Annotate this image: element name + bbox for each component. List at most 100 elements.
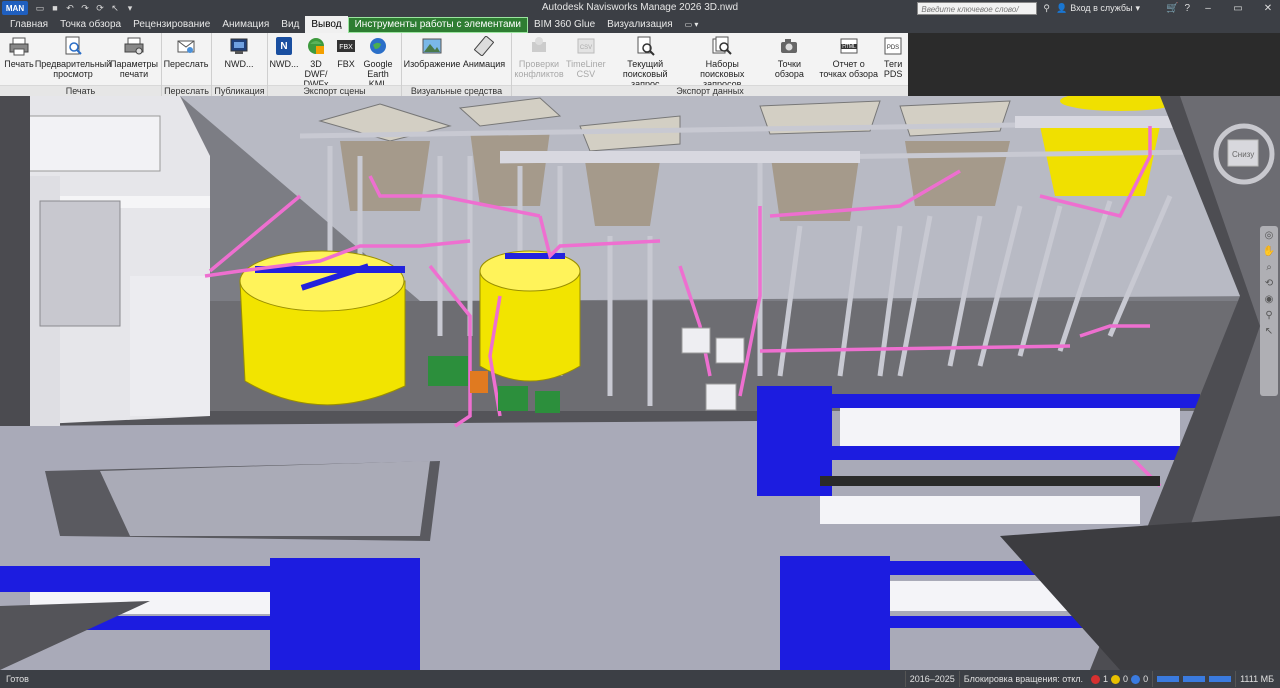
open-icon[interactable]: ▭ xyxy=(34,2,46,14)
image-icon xyxy=(422,36,442,56)
image-export-label: Изображение xyxy=(403,59,461,69)
export-nwd-label: NWD... xyxy=(269,59,299,69)
page-indicator: 2016–2025 xyxy=(904,671,959,687)
tab-rendering[interactable]: Визуализация xyxy=(601,16,678,33)
printer-icon xyxy=(9,36,29,56)
tab-output[interactable]: Вывод xyxy=(305,16,348,33)
tab-animation[interactable]: Анимация xyxy=(216,16,275,33)
performance-indicators xyxy=(1152,671,1235,687)
svg-text:PDS: PDS xyxy=(887,45,899,51)
maximize-button[interactable]: ▭ xyxy=(1226,3,1250,14)
publish-nwd-label: NWD... xyxy=(224,59,254,69)
redo-icon[interactable]: ↷ xyxy=(79,2,91,14)
cart-icon[interactable]: 🛒 xyxy=(1166,3,1178,14)
help-icon[interactable]: ? xyxy=(1184,3,1190,14)
camera-icon xyxy=(779,36,799,56)
tab-bim360-glue[interactable]: BIM 360 Glue xyxy=(528,16,601,33)
warning-count: 0 xyxy=(1123,674,1129,684)
filter-press-right xyxy=(757,386,1200,524)
publish-icon xyxy=(229,36,249,56)
animation-export-label: Анимация xyxy=(462,59,506,69)
look-icon[interactable]: ◉ xyxy=(1265,294,1274,305)
print-preview-icon xyxy=(63,36,83,56)
undo-icon[interactable]: ↶ xyxy=(64,2,76,14)
application-menu-button[interactable]: MAN xyxy=(2,1,28,15)
zoom-icon[interactable]: ⌕ xyxy=(1266,262,1272,273)
info-count: 0 xyxy=(1143,674,1149,684)
save-icon[interactable]: ■ xyxy=(49,2,61,14)
binoculars-icon[interactable]: ⚲ xyxy=(1043,3,1050,14)
svg-text:N: N xyxy=(280,41,287,52)
status-text: Готов xyxy=(6,674,29,684)
viewpoints-report-label: Отчет о точках обзора xyxy=(819,59,878,79)
memory-usage: 1111 МБ xyxy=(1235,671,1280,687)
nwd-file-icon: N xyxy=(274,36,294,56)
svg-text:FBX: FBX xyxy=(339,44,353,51)
qat-dropdown-icon[interactable]: ▾ xyxy=(124,2,136,14)
clash-tests-label: Проверки конфликтов xyxy=(514,59,564,79)
group-publish: NWD... Публикация xyxy=(212,33,268,96)
timeliner-icon: CSV xyxy=(576,36,596,56)
viewcube[interactable]: Снизу xyxy=(1212,122,1276,186)
web-progress-bar xyxy=(1209,676,1232,682)
orbit-icon[interactable]: ⟲ xyxy=(1265,278,1273,289)
viewcube-face-label: Снизу xyxy=(1232,150,1255,159)
search-sets-icon xyxy=(712,36,732,56)
walk-icon[interactable]: ⚲ xyxy=(1265,310,1272,321)
viewpoints-export-label: Точки обзора xyxy=(774,59,804,79)
info-icon[interactable] xyxy=(1131,674,1141,684)
ribbon-options-button[interactable]: ▭ ▾ xyxy=(679,16,705,33)
svg-text:HTML: HTML xyxy=(842,44,856,50)
print-settings-label: Параметры печати xyxy=(110,59,158,79)
tab-viewpoint[interactable]: Точка обзора xyxy=(54,16,127,33)
select-tool-icon[interactable]: ↖ xyxy=(1265,326,1273,337)
user-icon: 👤 xyxy=(1055,2,1068,13)
pencil-progress-bar xyxy=(1157,676,1180,682)
minimize-button[interactable]: – xyxy=(1196,3,1220,14)
model-scene xyxy=(0,96,1280,670)
search-doc-icon xyxy=(635,36,655,56)
refresh-icon[interactable]: ⟳ xyxy=(94,2,106,14)
group-export-data: Проверки конфликтов CSV TimeLiner CSV Те… xyxy=(512,33,908,96)
pan-icon[interactable]: ✋ xyxy=(1263,246,1275,257)
group-visuals: Изображение Анимация Визуальные средства xyxy=(402,33,512,96)
pds-tags-icon: PDS xyxy=(883,36,903,56)
select-icon[interactable]: ↖ xyxy=(109,2,121,14)
tab-review[interactable]: Рецензирование xyxy=(127,16,216,33)
fbx-file-icon: FBX xyxy=(336,36,356,56)
group-label-export-scene: Экспорт сцены xyxy=(268,85,401,96)
group-send: Переслать Переслать xyxy=(162,33,212,96)
group-print: Печать Предварительный просмотр Параметр… xyxy=(0,33,162,96)
group-label-visuals: Визуальные средства xyxy=(402,85,511,96)
tab-view[interactable]: Вид xyxy=(275,16,305,33)
export-fbx-label: FBX xyxy=(337,59,355,69)
print-label: Печать xyxy=(4,59,34,69)
help-search-input[interactable]: Введите ключевое слово/фразу xyxy=(917,1,1038,27)
svg-text:CSV: CSV xyxy=(580,45,592,51)
quick-access-toolbar: ▭ ■ ↶ ↷ ⟳ ↖ ▾ xyxy=(34,2,136,14)
chevron-down-icon: ▾ xyxy=(1135,2,1140,13)
ribbon-tabs: Главная Точка обзора Рецензирование Аним… xyxy=(0,16,1280,33)
group-export-scene: N NWD... 3D DWF/ DWFx FBX FBX Google Ear… xyxy=(268,33,402,96)
film-icon xyxy=(474,36,494,56)
html-report-icon: HTML xyxy=(839,36,859,56)
disk-progress-bar xyxy=(1183,676,1206,682)
warning-icon[interactable] xyxy=(1111,674,1121,684)
close-button[interactable]: ✕ xyxy=(1256,3,1280,14)
group-label-publish: Публикация xyxy=(212,85,267,96)
google-earth-icon xyxy=(368,36,388,56)
print-settings-icon xyxy=(124,36,144,56)
navigation-bar: ◎ ✋ ⌕ ⟲ ◉ ⚲ ↖ xyxy=(1260,226,1278,396)
pds-tags-label: Теги PDS xyxy=(883,59,903,79)
tab-item-tools[interactable]: Инструменты работы с элементами xyxy=(347,17,528,33)
timeliner-csv-label: TimeLiner CSV xyxy=(566,59,606,79)
scene-view-3d[interactable]: Снизу ◎ ✋ ⌕ ⟲ ◉ ⚲ ↖ xyxy=(0,96,1280,670)
dwf-globe-icon xyxy=(306,36,326,56)
error-icon[interactable] xyxy=(1091,674,1101,684)
tab-home[interactable]: Главная xyxy=(4,16,54,33)
message-counters: 1 0 0 xyxy=(1087,674,1152,684)
print-preview-label: Предварительный просмотр xyxy=(34,59,112,79)
steering-wheel-icon[interactable]: ◎ xyxy=(1265,230,1274,241)
rotation-lock-status[interactable]: Блокировка вращения: откл. xyxy=(958,671,1087,687)
sign-in-button[interactable]: 👤 Вход в службы ▾ xyxy=(1056,3,1140,14)
